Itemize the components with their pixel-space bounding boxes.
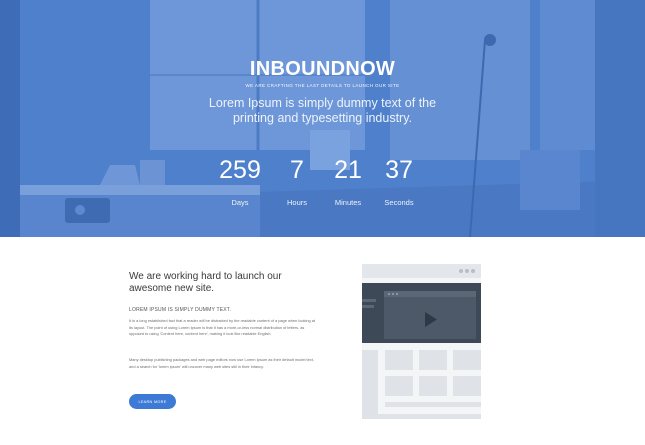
- info-paragraph-1: It is a long established fact that a rea…: [129, 318, 316, 336]
- countdown-seconds-label: Seconds: [384, 198, 414, 207]
- hero-content: INBOUNDNOW WE ARE CRAFTING THE LAST DETA…: [0, 0, 645, 237]
- hero-section: INBOUNDNOW WE ARE CRAFTING THE LAST DETA…: [0, 0, 645, 237]
- info-paragraph-2: Many desktop publishing packages and web…: [129, 357, 314, 369]
- info-section: We are working hard to launch our awesom…: [0, 237, 645, 445]
- countdown-days-value: 259: [219, 156, 261, 184]
- learn-more-button[interactable]: LEARN MORE: [129, 394, 176, 409]
- info-heading: We are working hard to launch our awesom…: [129, 271, 282, 294]
- browser-video-mockup-icon: [362, 264, 481, 419]
- brand-logo[interactable]: INBOUNDNOW: [0, 58, 645, 81]
- hero-headline: Lorem Ipsum is simply dummy text of the …: [208, 96, 437, 125]
- countdown-timer: 259 Days 7 Hours 21 Minutes 37 Seconds: [210, 154, 440, 214]
- countdown-days-label: Days: [231, 198, 249, 207]
- hero-tagline: WE ARE CRAFTING THE LAST DETAILS TO LAUN…: [245, 83, 400, 88]
- info-subheading: LOREM IPSUM IS SIMPLY DUMMY TEXT.: [129, 307, 232, 313]
- countdown-seconds-value: 37: [385, 156, 413, 184]
- countdown-seconds: 37 Seconds: [369, 154, 429, 207]
- countdown-days: 259 Days: [210, 154, 270, 207]
